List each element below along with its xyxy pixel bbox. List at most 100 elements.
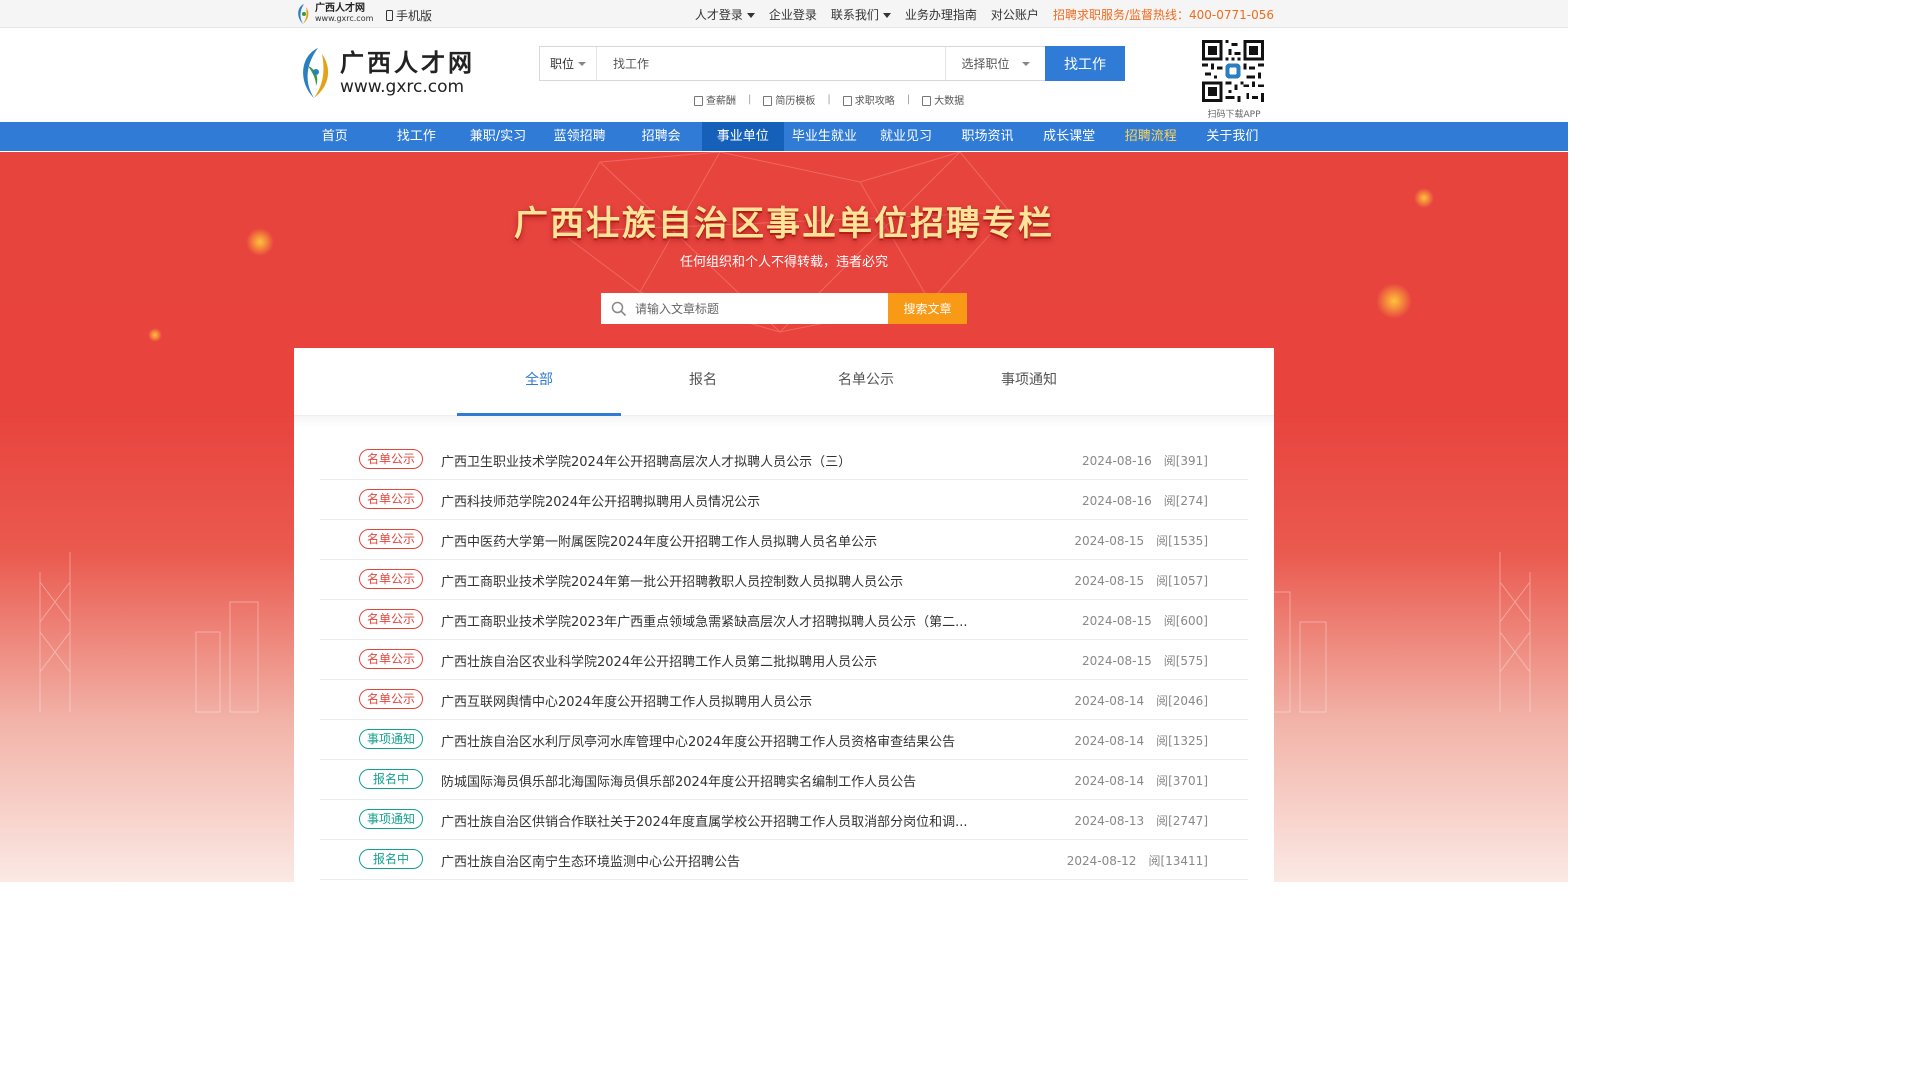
article-title-link[interactable]: 广西壮族自治区农业科学院2024年公开招聘工作人员第二批拟聘用人员公示: [441, 651, 877, 670]
business-guide-link[interactable]: 业务办理指南: [905, 6, 977, 23]
top-links: 人才登录 企业登录 联系我们 业务办理指南 对公账户 招聘求职服务/监督热线：4…: [695, 0, 1274, 28]
site-logo[interactable]: 广西人才网 www.gxrc.com: [294, 46, 475, 100]
chevron-down-icon: [1021, 61, 1030, 66]
search-icon: [611, 301, 627, 316]
top-bar: 广西人才网 www.gxrc.com 手机版 人才登录 企业登录 联系我们 业务…: [0, 0, 1568, 28]
article-row[interactable]: 报名中 广西壮族自治区南宁生态环境监测中心公开招聘公告 2024-08-12 阅[13…: [320, 840, 1248, 880]
search-article-button[interactable]: 搜索文章: [888, 293, 967, 324]
article-date: 2024-08-16: [1081, 454, 1152, 468]
article-row[interactable]: 事项通知 广西壮族自治区水利厅凤亭河水库管理中心2024年度公开招聘工作人员资格审…: [320, 720, 1248, 760]
salary-link[interactable]: 查薪酬: [694, 92, 736, 107]
article-views: 阅[1535]: [1156, 534, 1208, 548]
article-row[interactable]: 名单公示 广西中医药大学第一附属医院2024年度公开招聘工作人员拟聘人员名单公示 2…: [320, 520, 1248, 560]
article-title-link[interactable]: 广西中医药大学第一附属医院2024年度公开招聘工作人员拟聘人员名单公示: [441, 531, 877, 550]
tab-registration[interactable]: 报名: [621, 348, 785, 416]
nav-item[interactable]: 招聘流程: [1110, 122, 1192, 151]
article-title-link[interactable]: 广西壮族自治区南宁生态环境监测中心公开招聘公告: [441, 851, 740, 870]
mini-logo-en: www.gxrc.com: [315, 14, 374, 23]
status-badge: 名单公示: [359, 649, 423, 669]
article-row[interactable]: 名单公示 广西科技师范学院2024年公开招聘拟聘用人员情况公示 2024-08-16…: [320, 480, 1248, 520]
article-row[interactable]: 报名中 防城国际海员俱乐部北海国际海员俱乐部2024年度公开招聘实名编制工作人员公…: [320, 760, 1248, 800]
article-row[interactable]: 事项通知 广西壮族自治区供销合作联社关于2024年度直属学校公开招聘工作人员取消部…: [320, 800, 1248, 840]
article-views: 阅[600]: [1163, 614, 1208, 628]
article-date: 2024-08-14: [1074, 734, 1145, 748]
quick-links: 查薪酬 | 简历模板 | 求职攻略 | 大数据: [694, 92, 964, 107]
big-data-link[interactable]: 大数据: [922, 92, 964, 107]
article-date: 2024-08-15: [1081, 614, 1152, 628]
article-title-link[interactable]: 广西工商职业技术学院2023年广西重点领域急需紧缺高层次人才招聘拟聘人员公示（第…: [441, 611, 967, 630]
article-title-link[interactable]: 防城国际海员俱乐部北海国际海员俱乐部2024年度公开招聘实名编制工作人员公告: [441, 771, 916, 790]
header: 广西人才网 www.gxrc.com 职位 选择职位 找工作 查薪酬 | 简历模…: [0, 28, 1568, 122]
job-search-bar: 职位 选择职位 找工作: [539, 46, 1125, 81]
mobile-version-link[interactable]: 手机版: [386, 7, 432, 24]
resume-template-label: 简历模板: [775, 96, 816, 107]
nav-item[interactable]: 找工作: [376, 122, 458, 151]
mobile-version-label: 手机版: [396, 9, 433, 23]
article-views: 阅[274]: [1163, 494, 1208, 508]
article-title-link[interactable]: 广西壮族自治区供销合作联社关于2024年度直属学校公开招聘工作人员取消部分岗位和…: [441, 811, 967, 830]
nav-item[interactable]: 关于我们: [1192, 122, 1274, 151]
article-title-link[interactable]: 广西科技师范学院2024年公开招聘拟聘用人员情况公示: [441, 491, 760, 510]
job-tips-label: 求职攻略: [854, 96, 895, 107]
status-badge: 名单公示: [359, 609, 423, 629]
article-search-field: [601, 293, 888, 324]
status-badge: 事项通知: [359, 729, 423, 749]
nav-item[interactable]: 招聘会: [620, 122, 702, 151]
tab-notice[interactable]: 事项通知: [947, 348, 1111, 416]
status-badge: 报名中: [359, 769, 423, 789]
article-meta: 2024-08-16 阅[391]: [1082, 452, 1208, 469]
nav-item[interactable]: 毕业生就业: [784, 122, 866, 151]
tips-icon: [842, 96, 852, 106]
nav-item[interactable]: 事业单位: [701, 122, 784, 151]
article-views: 阅[1057]: [1156, 574, 1208, 588]
tab-all[interactable]: 全部: [457, 348, 621, 416]
corporate-account-link[interactable]: 对公账户: [991, 6, 1039, 23]
talent-login-link[interactable]: 人才登录: [695, 6, 755, 23]
article-views: 阅[2046]: [1156, 694, 1208, 708]
article-search-input[interactable]: [635, 301, 888, 316]
article-title-link[interactable]: 广西工商职业技术学院2024年第一批公开招聘教职人员控制数人员拟聘人员公示: [441, 571, 903, 590]
nav-item[interactable]: 职场资讯: [947, 122, 1029, 151]
talent-login-label: 人才登录: [694, 7, 743, 22]
nav-item[interactable]: 就业见习: [865, 122, 947, 151]
contact-us-link[interactable]: 联系我们: [831, 6, 891, 23]
big-data-label: 大数据: [934, 96, 965, 107]
article-row[interactable]: 名单公示 广西工商职业技术学院2024年第一批公开招聘教职人员控制数人员拟聘人员公…: [320, 560, 1248, 600]
article-list: 名单公示 广西卫生职业技术学院2024年公开招聘高层次人才拟聘人员公示（三） 202…: [320, 440, 1248, 880]
article-meta: 2024-08-16 阅[274]: [1082, 492, 1208, 509]
mini-logo[interactable]: 广西人才网 www.gxrc.com: [294, 2, 373, 26]
job-search-input[interactable]: [597, 47, 945, 80]
article-meta: 2024-08-13 阅[2747]: [1074, 812, 1208, 829]
article-row[interactable]: 名单公示 广西壮族自治区农业科学院2024年公开招聘工作人员第二批拟聘用人员公示 2…: [320, 640, 1248, 680]
search-type-dropdown[interactable]: 职位: [540, 47, 597, 80]
nav-item[interactable]: 首页: [294, 122, 376, 151]
article-date: 2024-08-12: [1066, 854, 1137, 868]
logo-mark-icon: [303, 48, 329, 98]
article-row[interactable]: 名单公示 广西卫生职业技术学院2024年公开招聘高层次人才拟聘人员公示（三） 202…: [320, 440, 1248, 480]
resume-template-link[interactable]: 简历模板: [763, 92, 815, 107]
job-tips-link[interactable]: 求职攻略: [842, 92, 895, 107]
article-row[interactable]: 名单公示 广西互联网舆情中心2024年度公开招聘工作人员拟聘用人员公示 2024-0…: [320, 680, 1248, 720]
contact-us-label: 联系我们: [830, 7, 879, 22]
article-search: 搜索文章: [601, 293, 967, 324]
article-title-link[interactable]: 广西互联网舆情中心2024年度公开招聘工作人员拟聘用人员公示: [441, 691, 812, 710]
divider: |: [748, 94, 752, 105]
article-title-link[interactable]: 广西壮族自治区水利厅凤亭河水库管理中心2024年度公开招聘工作人员资格审查结果公…: [441, 731, 955, 750]
article-title-link[interactable]: 广西卫生职业技术学院2024年公开招聘高层次人才拟聘人员公示（三）: [441, 451, 851, 470]
logo-cn: 广西人才网: [340, 48, 475, 77]
nav-item[interactable]: 兼职/实习: [457, 122, 539, 151]
position-select[interactable]: 选择职位: [945, 47, 1045, 80]
article-date: 2024-08-13: [1074, 814, 1145, 828]
article-views: 阅[1325]: [1156, 734, 1208, 748]
nav-item[interactable]: 蓝领招聘: [539, 122, 621, 151]
logo-mark-icon: [298, 4, 309, 24]
nav-item[interactable]: 成长课堂: [1028, 122, 1110, 151]
phone-icon: [386, 10, 393, 21]
article-row[interactable]: 名单公示 广西工商职业技术学院2023年广西重点领域急需紧缺高层次人才招聘拟聘人员…: [320, 600, 1248, 640]
hotline-text: 招聘求职服务/监督热线：400-0771-056: [1052, 7, 1274, 22]
company-login-link[interactable]: 企业登录: [769, 6, 817, 23]
find-job-button[interactable]: 找工作: [1045, 46, 1125, 81]
tab-list-announcement[interactable]: 名单公示: [784, 348, 948, 416]
category-tabs: 全部 报名 名单公示 事项通知: [294, 348, 1274, 416]
main-nav: 首页 找工作 兼职/实习 蓝领招聘 招聘会 事业单位 毕业生就业 就业见习 职场资讯 成长课堂 招聘…: [0, 122, 1568, 151]
